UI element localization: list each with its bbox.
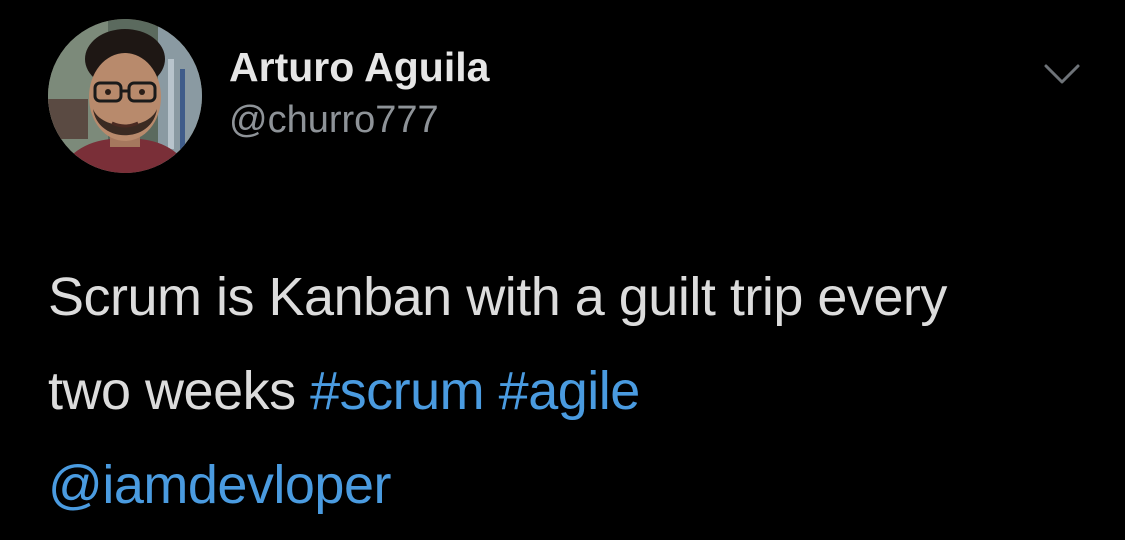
mention-link[interactable]: @iamdevloper bbox=[48, 455, 391, 515]
avatar[interactable] bbox=[48, 19, 202, 173]
hashtag-link-scrum[interactable]: #scrum bbox=[310, 361, 485, 421]
tweet-text-line: Scrum is Kanban with a guilt trip every bbox=[48, 267, 947, 327]
tweet-text-line: @iamdevloper bbox=[48, 438, 1088, 532]
tweet-card: Arturo Aguila @churro777 Scrum is Kanban… bbox=[0, 0, 1125, 540]
tweet-text: Scrum is Kanban with a guilt trip every … bbox=[48, 250, 1088, 532]
author-handle[interactable]: @churro777 bbox=[229, 98, 439, 142]
author-name[interactable]: Arturo Aguila bbox=[229, 44, 489, 90]
hashtag-link-agile[interactable]: #agile bbox=[499, 361, 641, 421]
tweet-text-fragment: two weeks bbox=[48, 361, 296, 421]
chevron-down-icon[interactable] bbox=[1040, 56, 1084, 92]
avatar-photo bbox=[48, 19, 202, 173]
tweet-text-line: two weeks #scrum #agile bbox=[48, 344, 1088, 438]
